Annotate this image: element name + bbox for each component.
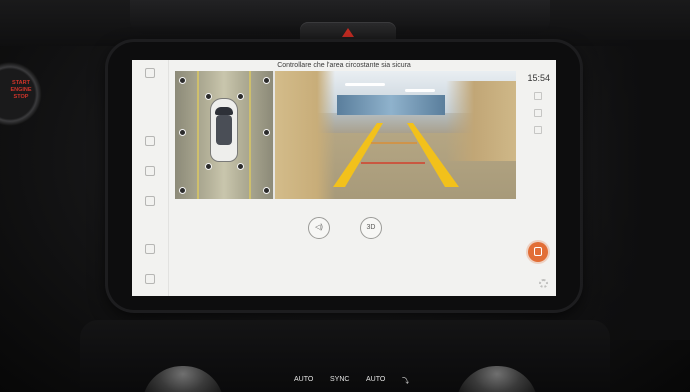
left-rail bbox=[132, 60, 169, 296]
car-roof bbox=[216, 115, 232, 145]
sensor-dot bbox=[263, 129, 270, 136]
car-top-view bbox=[211, 99, 237, 161]
3d-view-button[interactable]: 3D bbox=[360, 217, 382, 239]
sensor-dot bbox=[179, 187, 186, 194]
start-stop-label: START ENGINE STOP bbox=[10, 80, 32, 100]
status-icon bbox=[534, 92, 542, 100]
speaker-button[interactable]: ◁) bbox=[308, 217, 330, 239]
clock: 15:54 bbox=[527, 73, 550, 83]
hazard-triangle-icon bbox=[342, 28, 354, 37]
status-icons bbox=[534, 92, 544, 143]
guide-line-right bbox=[407, 123, 459, 187]
start-stop-button[interactable]: START ENGINE STOP bbox=[0, 62, 42, 126]
sensor-dot bbox=[237, 163, 244, 170]
infotainment-screen: Controllare che l'area circostante sia s… bbox=[132, 60, 556, 296]
status-icon bbox=[534, 109, 542, 117]
sensor-dot bbox=[263, 187, 270, 194]
parking-line bbox=[197, 71, 199, 199]
seat-airflow-icon[interactable]: ⤵ bbox=[402, 376, 409, 386]
birdseye-view[interactable] bbox=[175, 71, 273, 199]
camera-warning-title: Controllare che l'area circostante sia s… bbox=[277, 62, 411, 69]
camera-switch-icon bbox=[534, 247, 542, 256]
home-icon[interactable] bbox=[145, 274, 155, 284]
sensor-dot bbox=[237, 93, 244, 100]
sensor-dot bbox=[205, 93, 212, 100]
climate-icon[interactable] bbox=[145, 196, 155, 206]
bell-icon[interactable] bbox=[145, 68, 155, 78]
sensor-dot bbox=[179, 129, 186, 136]
speaker-icon: ◁) bbox=[315, 224, 323, 231]
sensor-dot bbox=[179, 77, 186, 84]
apps-grid-icon[interactable] bbox=[145, 244, 155, 254]
car-dashboard: START ENGINE STOP Controllare che l'area… bbox=[0, 0, 690, 392]
music-icon[interactable] bbox=[145, 166, 155, 176]
sensor-dot bbox=[205, 163, 212, 170]
camera-view-area bbox=[175, 71, 516, 199]
camera-switch-button[interactable] bbox=[528, 242, 548, 262]
gear-icon[interactable] bbox=[539, 279, 548, 288]
phone-icon[interactable] bbox=[145, 136, 155, 146]
hazard-button[interactable] bbox=[300, 22, 396, 44]
3d-view-icon: 3D bbox=[366, 224, 376, 231]
climate-buttons: AUTO SYNC AUTO ⤵ bbox=[294, 376, 434, 388]
auto-left-button[interactable]: AUTO bbox=[294, 376, 313, 383]
camera-controls: ◁) 3D bbox=[308, 217, 388, 241]
sensor-dot bbox=[263, 77, 270, 84]
car-windshield bbox=[215, 107, 233, 115]
parking-guide-lines bbox=[333, 123, 459, 187]
parking-line bbox=[249, 71, 251, 199]
sync-button[interactable]: SYNC bbox=[330, 376, 349, 383]
status-icon bbox=[534, 126, 542, 134]
rear-camera-view[interactable] bbox=[275, 71, 516, 199]
guide-line-left bbox=[333, 123, 383, 187]
dashboard-side bbox=[580, 40, 690, 340]
auto-right-button[interactable]: AUTO bbox=[366, 376, 385, 383]
